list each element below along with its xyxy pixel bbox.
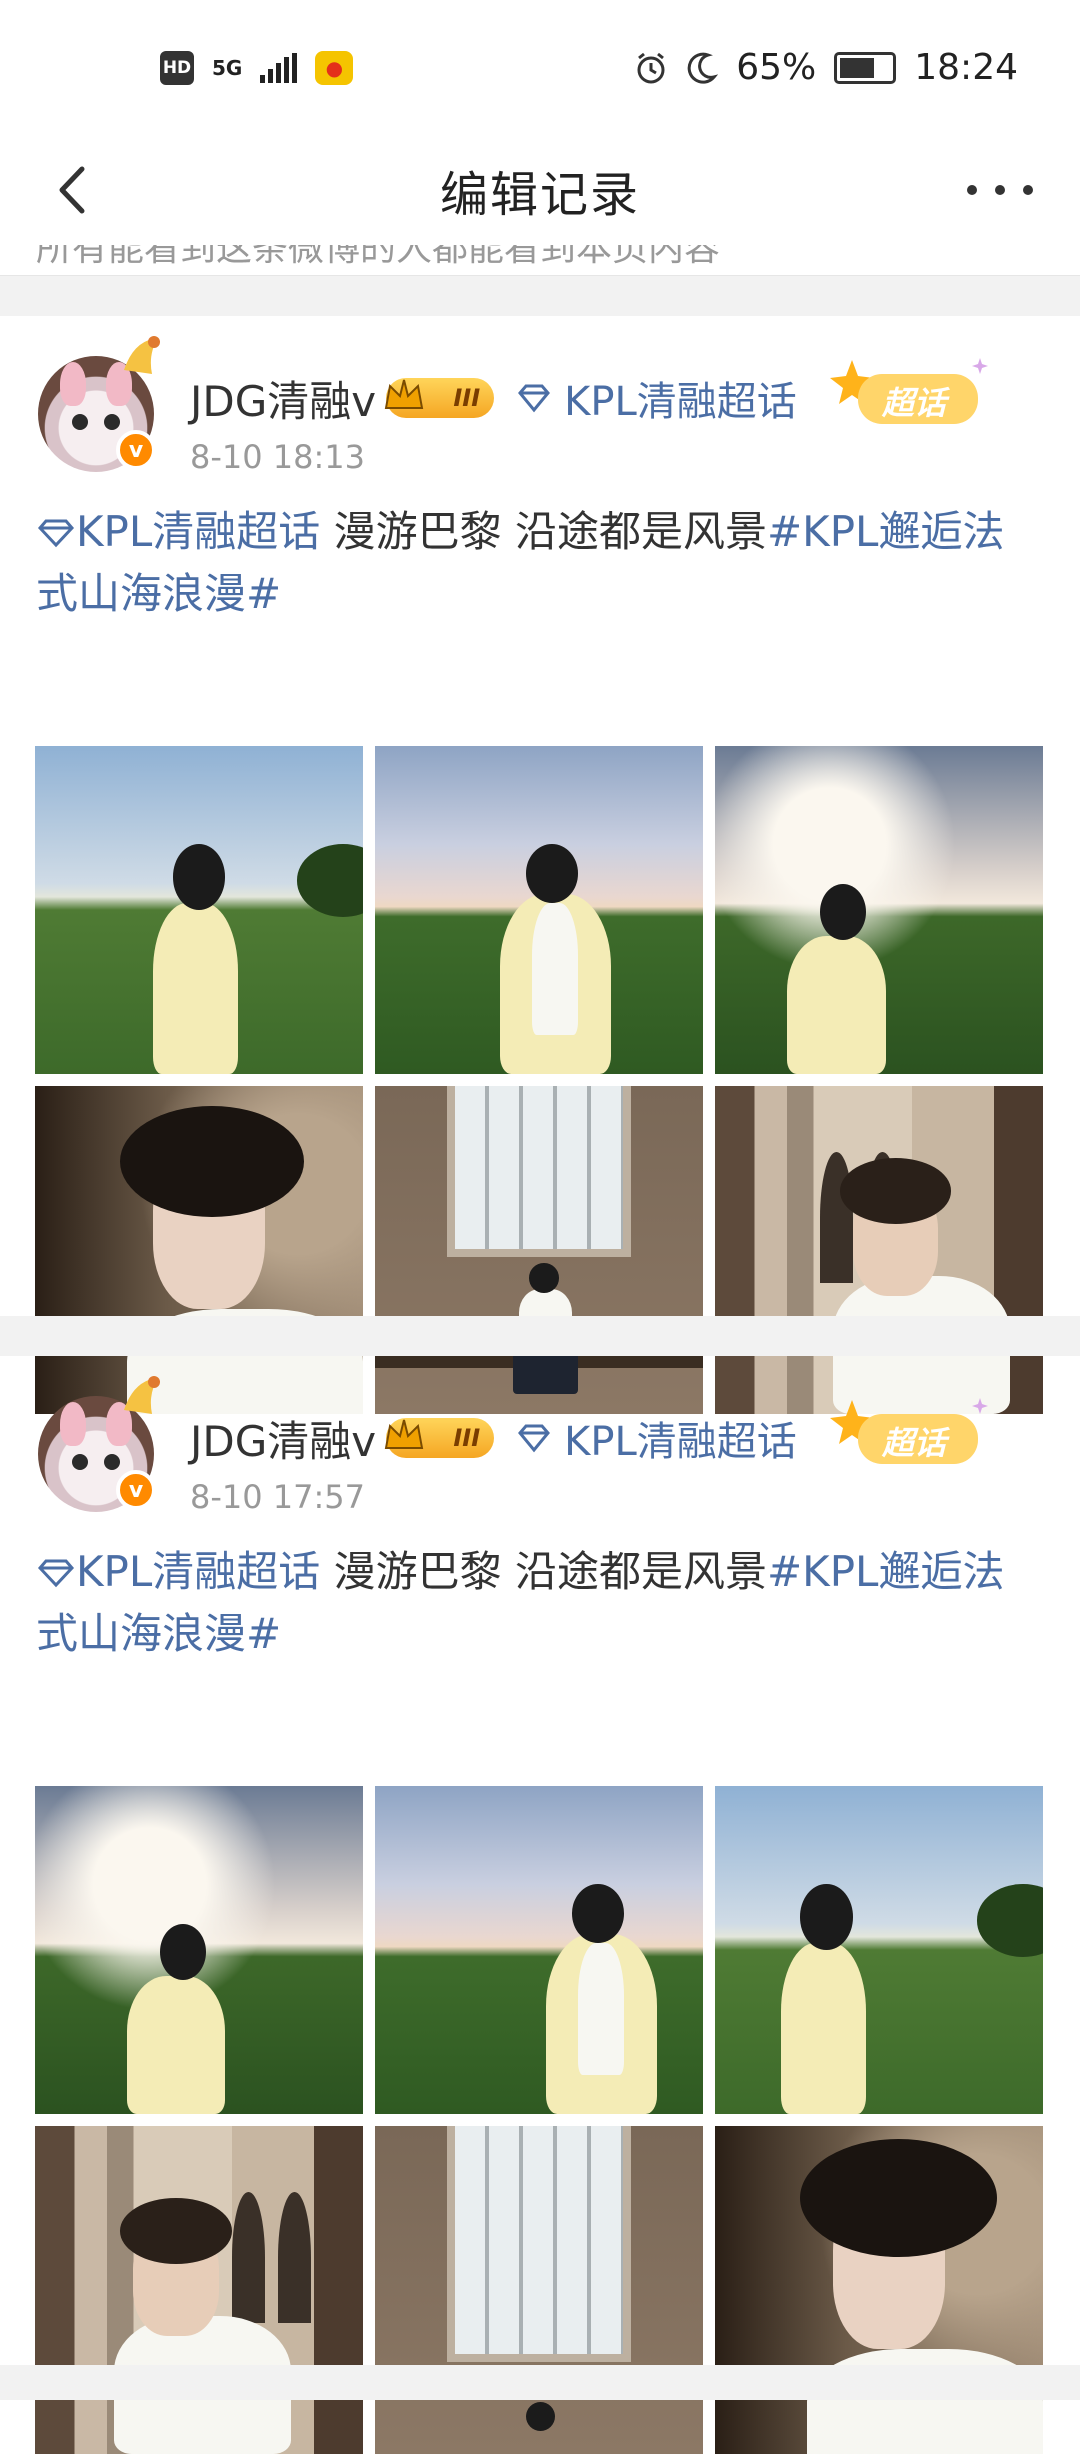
photo-thumbnail[interactable] bbox=[375, 2126, 703, 2454]
avatar[interactable]: v bbox=[38, 336, 160, 472]
crown-icon bbox=[384, 379, 424, 409]
supertopic-label: 超话 bbox=[882, 1424, 947, 1462]
avatar[interactable]: v bbox=[38, 1376, 160, 1512]
username[interactable]: JDG清融v bbox=[190, 368, 376, 429]
supertopic-badge: 超话 bbox=[830, 1394, 990, 1474]
topic-tag-link[interactable]: KPL清融超话 bbox=[76, 507, 320, 556]
nav-bar: 编辑记录 bbox=[0, 135, 1080, 245]
more-icon[interactable] bbox=[950, 165, 1050, 215]
post-text: KPL清融超话 漫游巴黎 沿途都是风景#KPL邂逅法式山海浪漫# bbox=[36, 501, 1046, 625]
divider bbox=[0, 276, 1080, 316]
hd-icon: HD bbox=[160, 50, 194, 85]
verified-badge-icon: v bbox=[116, 1470, 156, 1510]
post-body: 漫游巴黎 沿途都是风景 bbox=[320, 507, 767, 556]
photo-thumbnail[interactable] bbox=[35, 2126, 363, 2454]
member-level-badge: III bbox=[384, 378, 495, 418]
crown-icon bbox=[384, 1419, 424, 1449]
diamond-icon bbox=[37, 519, 75, 548]
member-level: III bbox=[453, 1424, 481, 1452]
divider bbox=[0, 2365, 1080, 2400]
member-level: III bbox=[453, 384, 481, 412]
verified-badge-icon: v bbox=[116, 430, 156, 470]
clock: 18:24 bbox=[914, 47, 1018, 88]
topic-link[interactable]: KPL清融超话 bbox=[564, 1409, 797, 1467]
battery-percent: 65% bbox=[736, 47, 817, 88]
post-timestamp: 8-10 17:57 bbox=[190, 1478, 366, 1516]
post-card: v JDG清融v III KPL清融超话 超话 8-10 17:57 KPL清融… bbox=[0, 1356, 1080, 2454]
post-body: 漫游巴黎 沿途都是风景 bbox=[320, 1547, 767, 1596]
pendant-icon bbox=[124, 1376, 160, 1414]
user-line: JDG清融v III KPL清融超话 bbox=[190, 368, 797, 428]
back-arrow-icon[interactable] bbox=[40, 155, 110, 225]
photo-thumbnail[interactable] bbox=[375, 1786, 703, 2114]
photo-thumbnail[interactable] bbox=[35, 746, 363, 1074]
diamond-icon bbox=[37, 1559, 75, 1588]
photo-thumbnail[interactable] bbox=[715, 1786, 1043, 2114]
battery-icon bbox=[834, 51, 897, 84]
alarm-icon bbox=[637, 52, 665, 83]
weibo-icon: ● bbox=[315, 50, 354, 85]
post-card: v JDG清融v III KPL清融超话 超话 8-10 18:13 KPL清融… bbox=[0, 316, 1080, 1414]
post-timestamp: 8-10 18:13 bbox=[190, 438, 366, 476]
moon-icon bbox=[687, 52, 719, 84]
pendant-icon bbox=[124, 336, 160, 374]
banner-text: 所有能看到这条微博的人都能看到本页内容 bbox=[36, 245, 721, 269]
photo-thumbnail[interactable] bbox=[35, 1786, 363, 2114]
username[interactable]: JDG清融v bbox=[190, 1408, 376, 1469]
page-title: 编辑记录 bbox=[439, 167, 640, 223]
supertopic-badge: 超话 bbox=[830, 354, 990, 434]
diamond-icon bbox=[518, 384, 551, 413]
post-text: KPL清融超话 漫游巴黎 沿途都是风景#KPL邂逅法式山海浪漫# bbox=[36, 1541, 1046, 1665]
photo-thumbnail[interactable] bbox=[715, 746, 1043, 1074]
signal-icon bbox=[260, 52, 298, 83]
topic-tag-link[interactable]: KPL清融超话 bbox=[76, 1547, 320, 1596]
diamond-icon bbox=[518, 1424, 551, 1453]
divider bbox=[0, 1316, 1080, 1356]
network-label: 5G bbox=[212, 55, 243, 80]
status-bar: HD 5G ● 65% 18:24 bbox=[0, 0, 1080, 135]
supertopic-label: 超话 bbox=[882, 384, 947, 422]
topic-link[interactable]: KPL清融超话 bbox=[564, 369, 797, 427]
user-line: JDG清融v III KPL清融超话 bbox=[190, 1408, 797, 1468]
visibility-banner: 所有能看到这条微博的人都能看到本页内容 bbox=[0, 245, 1080, 276]
photo-thumbnail[interactable] bbox=[715, 2126, 1043, 2454]
photo-thumbnail[interactable] bbox=[375, 746, 703, 1074]
photo-grid bbox=[35, 1786, 1045, 2454]
member-level-badge: III bbox=[384, 1418, 495, 1458]
photo-grid bbox=[35, 746, 1045, 1414]
